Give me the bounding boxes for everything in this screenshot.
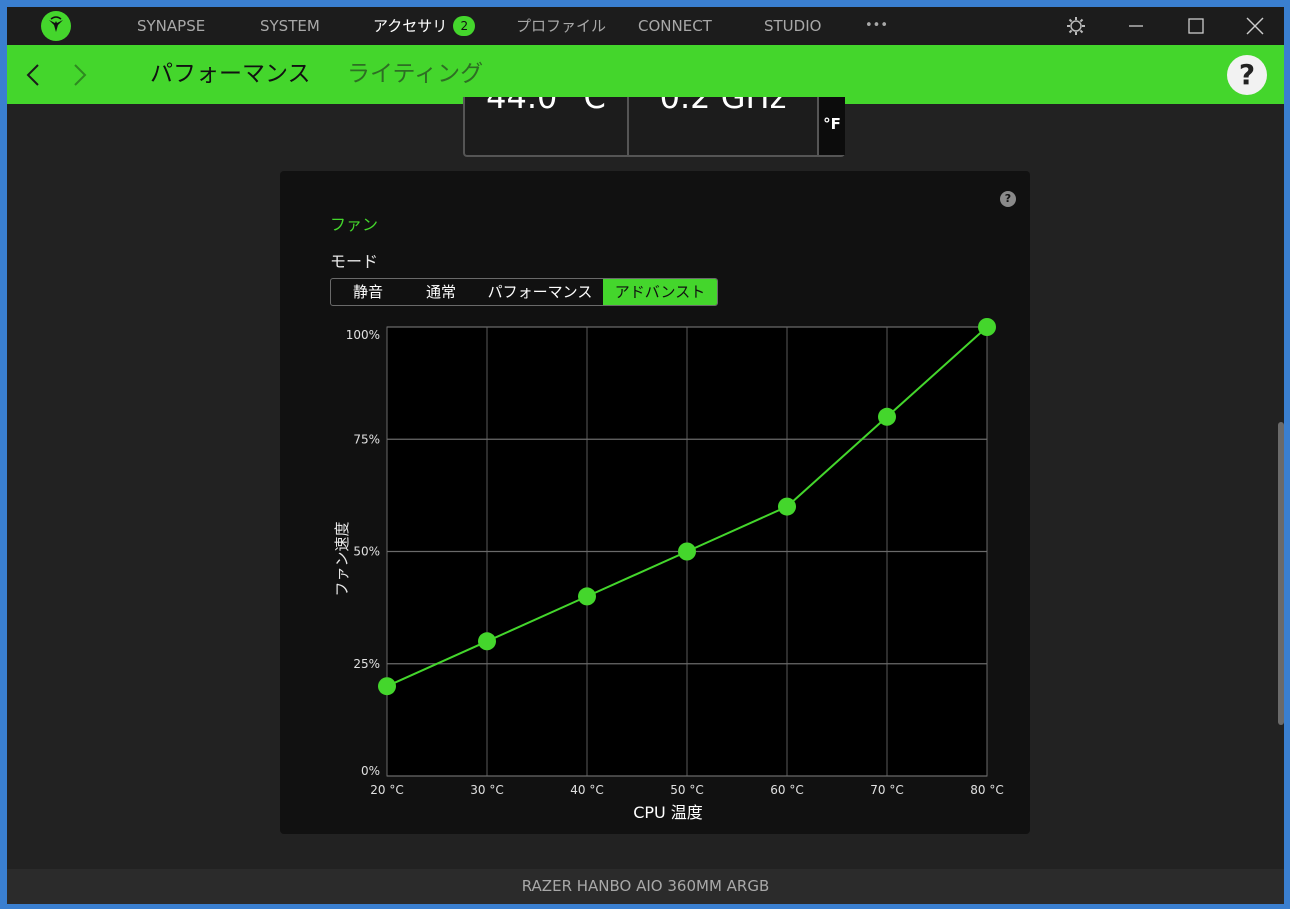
scrollbar[interactable] (1278, 422, 1284, 725)
x-tick-label: 80 °C (970, 783, 1003, 797)
fan-curve-point[interactable] (478, 632, 496, 651)
x-tick-label: 60 °C (770, 783, 803, 797)
cpu-temperature-readout: 44.0 °C (465, 97, 627, 155)
y-tick-label: 25% (353, 657, 380, 671)
cpu-frequency-readout: 0.2 GHz (629, 97, 817, 155)
cpu-info-box: 44.0 °C 0.2 GHz °F (463, 97, 845, 157)
cpu-frequency-value: 0.2 GHz (659, 97, 787, 116)
x-tick-label: 50 °C (670, 783, 703, 797)
nav-system[interactable]: SYSTEM (260, 7, 320, 45)
fan-curve-point[interactable] (978, 318, 996, 336)
x-tick-label: 70 °C (870, 783, 903, 797)
nav-more-icon[interactable]: ••• (865, 7, 888, 45)
x-axis-label: CPU 温度 (633, 803, 703, 822)
y-tick-label: 0% (361, 764, 380, 778)
fan-curve-point[interactable] (778, 497, 796, 516)
sub-header: パフォーマンス ライティング ? (7, 45, 1284, 104)
help-button[interactable]: ? (1227, 55, 1267, 95)
tab-lighting[interactable]: ライティング (347, 45, 483, 104)
title-bar: SYNAPSE SYSTEM アクセサリ 2 プロファイル CONNECT STU… (7, 7, 1284, 45)
device-name: RAZER HANBO AIO 360MM ARGB (521, 877, 770, 895)
y-tick-label: 100% (346, 328, 380, 342)
nav-accessories[interactable]: アクセサリ 2 (373, 7, 476, 45)
nav-accessories-label: アクセサリ (373, 17, 448, 35)
fan-panel: ? ファン モード 静音 通常 パフォーマンス アドバンスト 0% 25% 50% 7… (280, 171, 1030, 834)
nav-studio[interactable]: STUDIO (764, 7, 821, 45)
maximize-icon[interactable] (1185, 15, 1207, 37)
razer-logo-icon[interactable] (40, 10, 72, 42)
y-axis-label: ファン速度 (333, 521, 351, 596)
forward-arrow-icon[interactable] (73, 63, 87, 87)
fan-curve-point[interactable] (678, 542, 696, 561)
nav-profiles[interactable]: プロファイル (516, 7, 606, 45)
x-tick-label: 20 °C (370, 783, 403, 797)
device-footer: RAZER HANBO AIO 360MM ARGB (7, 869, 1284, 904)
cpu-temperature-value: 44.0 °C (486, 97, 606, 116)
minimize-icon[interactable] (1125, 15, 1147, 37)
back-arrow-icon[interactable] (26, 63, 40, 87)
y-tick-label: 50% (353, 545, 380, 559)
tab-performance[interactable]: パフォーマンス (150, 45, 311, 104)
fan-curve-chart: 0% 25% 50% 75% 100% 20 °C 30 °C 40 °C 50 °C 60 °C… (333, 318, 1004, 822)
fahrenheit-toggle-button[interactable]: °F (819, 97, 845, 155)
x-tick-label: 30 °C (470, 783, 503, 797)
accessories-count-badge: 2 (453, 16, 476, 36)
fan-curve-point[interactable] (878, 407, 896, 426)
fan-curve-point[interactable] (578, 587, 596, 606)
nav-connect[interactable]: CONNECT (638, 7, 712, 45)
app-window: SYNAPSE SYSTEM アクセサリ 2 プロファイル CONNECT STU… (7, 7, 1284, 904)
fan-curve-point[interactable] (378, 677, 396, 696)
x-tick-label: 40 °C (570, 783, 603, 797)
nav-synapse[interactable]: SYNAPSE (137, 7, 205, 45)
close-icon[interactable] (1244, 15, 1266, 37)
y-tick-label: 75% (353, 432, 380, 446)
settings-gear-icon[interactable] (1065, 15, 1087, 37)
